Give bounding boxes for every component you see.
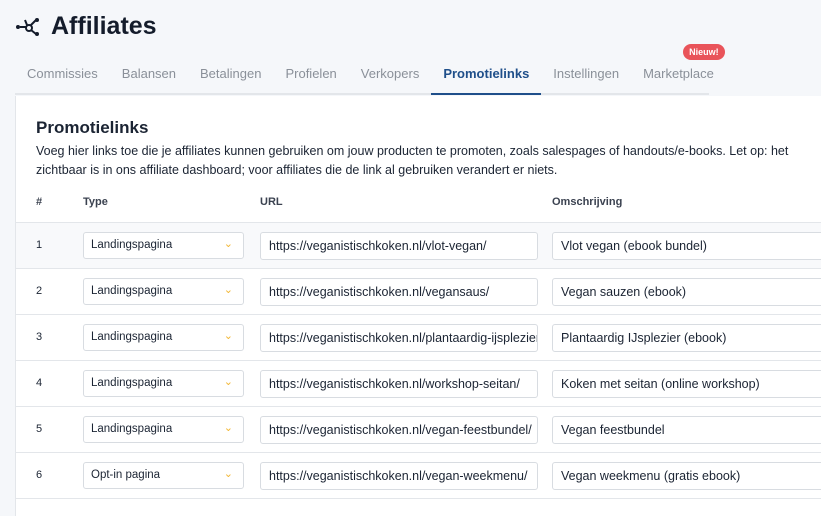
- url-input[interactable]: https://veganistischkoken.nl/plantaardig…: [260, 324, 538, 352]
- type-select[interactable]: Landingspagina ⌄: [83, 416, 244, 443]
- type-value: Landingspagina: [91, 331, 173, 343]
- url-input[interactable]: https://veganistischkoken.nl/vegan-weekm…: [260, 462, 538, 490]
- card-description: Voeg hier links toe die je affiliates ku…: [36, 142, 821, 180]
- type-value: Landingspagina: [91, 239, 173, 251]
- tab-verkopers[interactable]: Verkopers: [349, 58, 432, 93]
- type-value: Opt-in pagina: [91, 469, 161, 481]
- type-value: Landingspagina: [91, 377, 173, 389]
- col-type: Type: [83, 196, 108, 208]
- table-row: 4 Landingspagina ⌄ https://veganistischko…: [16, 361, 821, 407]
- url-input[interactable]: https://veganistischkoken.nl/vegan-feest…: [260, 416, 538, 444]
- type-select[interactable]: Landingspagina ⌄: [83, 232, 244, 259]
- type-select[interactable]: Landingspagina ⌄: [83, 370, 244, 397]
- table-row: 5 Landingspagina ⌄ https://veganistischko…: [16, 407, 821, 453]
- tab-label: Marketplace: [643, 66, 714, 81]
- table-row: 3 Landingspagina ⌄ https://veganistischko…: [16, 315, 821, 361]
- tab-balansen[interactable]: Balansen: [110, 58, 188, 93]
- url-input[interactable]: https://veganistischkoken.nl/vlot-vegan/: [260, 232, 538, 260]
- type-value: Landingspagina: [91, 423, 173, 435]
- description-input[interactable]: Plantaardig IJsplezier (ebook): [552, 324, 821, 352]
- type-select[interactable]: Landingspagina ⌄: [83, 278, 244, 305]
- description-input[interactable]: Vlot vegan (ebook bundel): [552, 232, 821, 260]
- col-desc: Omschrijving: [552, 196, 623, 208]
- col-num: #: [36, 196, 43, 208]
- page-header: Affiliates: [15, 12, 157, 41]
- card-title: Promotielinks: [36, 118, 149, 137]
- type-select[interactable]: Opt-in pagina ⌄: [83, 462, 244, 489]
- tab-betalingen[interactable]: Betalingen: [188, 58, 273, 93]
- tab-promotielinks[interactable]: Promotielinks: [431, 58, 542, 95]
- new-badge: Nieuw!: [683, 44, 725, 60]
- description-line: Voeg hier links toe die je affiliates ku…: [36, 144, 789, 158]
- promotielinks-card: Promotielinks Voeg hier links toe die je…: [15, 96, 821, 516]
- tab-bar: Commissies Balansen Betalingen Profielen…: [15, 44, 725, 95]
- table-header: # Type URL Omschrijving: [16, 191, 821, 223]
- chevron-down-icon: ⌄: [223, 284, 233, 296]
- chevron-down-icon: ⌄: [223, 422, 233, 434]
- tab-commissies[interactable]: Commissies: [15, 58, 110, 93]
- tab-marketplace[interactable]: Marketplace Nieuw!: [631, 44, 726, 93]
- url-input[interactable]: https://veganistischkoken.nl/workshop-se…: [260, 370, 538, 398]
- description-input[interactable]: Vegan sauzen (ebook): [552, 278, 821, 306]
- chevron-down-icon: ⌄: [223, 376, 233, 388]
- row-number: 3: [36, 331, 43, 343]
- row-number: 1: [36, 239, 43, 251]
- description-input[interactable]: Koken met seitan (online workshop): [552, 370, 821, 398]
- description-input[interactable]: Vegan weekmenu (gratis ebook): [552, 462, 821, 490]
- row-number: 2: [36, 285, 43, 297]
- url-input[interactable]: https://veganistischkoken.nl/vegansaus/: [260, 278, 538, 306]
- description-line: zichtbaar is in ons affiliate dashboard;…: [36, 163, 558, 177]
- type-select[interactable]: Landingspagina ⌄: [83, 324, 244, 351]
- page-title: Affiliates: [51, 12, 157, 40]
- type-value: Landingspagina: [91, 285, 173, 297]
- table-row: 1 Landingspagina ⌄ https://veganistischko…: [16, 223, 821, 269]
- chevron-down-icon: ⌄: [223, 468, 233, 480]
- chevron-down-icon: ⌄: [223, 330, 233, 342]
- network-icon: [16, 17, 39, 36]
- table-row: 6 Opt-in pagina ⌄ https://veganistischkok…: [16, 453, 821, 499]
- tab-profielen[interactable]: Profielen: [273, 58, 348, 93]
- row-number: 6: [36, 469, 43, 481]
- tab-instellingen[interactable]: Instellingen: [541, 58, 631, 93]
- row-number: 5: [36, 423, 43, 435]
- col-url: URL: [260, 196, 283, 208]
- chevron-down-icon: ⌄: [223, 238, 233, 250]
- table-row: 2 Landingspagina ⌄ https://veganistischko…: [16, 269, 821, 315]
- row-number: 4: [36, 377, 43, 389]
- description-input[interactable]: Vegan feestbundel: [552, 416, 821, 444]
